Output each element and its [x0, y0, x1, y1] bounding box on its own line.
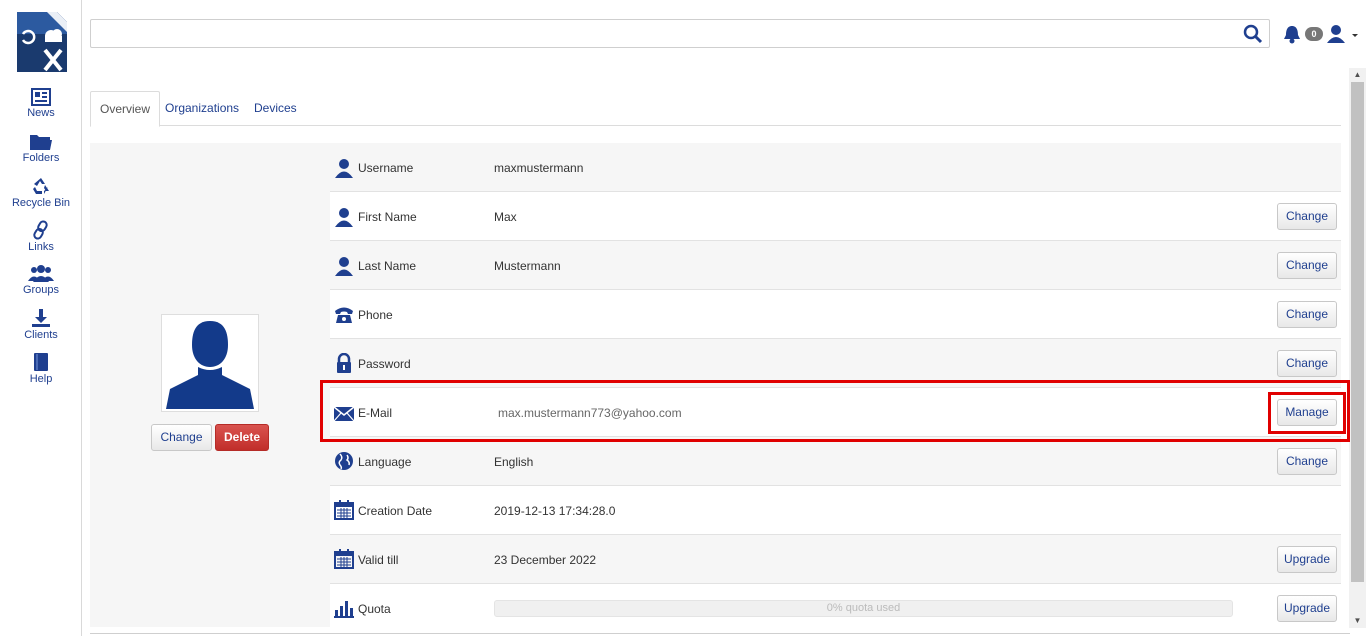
groups-icon — [28, 265, 54, 282]
avatar — [161, 314, 259, 412]
detail-value: 23 December 2022 — [494, 553, 597, 567]
nav-item-groups[interactable]: Groups — [0, 265, 82, 296]
nav-item-links[interactable]: Links — [0, 220, 82, 253]
upgrade-quota-button[interactable]: Upgrade — [1277, 595, 1337, 622]
phone-icon — [335, 307, 353, 323]
user-icon — [335, 159, 353, 178]
bell-icon[interactable] — [1283, 25, 1301, 44]
detail-row-creation-date: Creation Date 2019-12-13 17:34:28.0 — [330, 486, 1341, 535]
detail-row-quota: Quota 0% quota used Upgrade — [330, 584, 1341, 633]
calendar-icon — [334, 549, 354, 569]
nav-item-folders[interactable]: Folders — [0, 133, 82, 164]
email-row-highlight — [320, 380, 1350, 442]
detail-row-language: Language English Change — [330, 437, 1341, 486]
nav-item-news[interactable]: News — [0, 88, 82, 119]
change-avatar-button[interactable]: Change — [151, 424, 212, 451]
user-icon — [335, 208, 353, 227]
app-logo[interactable] — [17, 12, 67, 72]
notification-badge: 0 — [1305, 27, 1323, 41]
detail-label: Creation Date — [358, 504, 433, 518]
scrollbar[interactable]: ▲ ▼ — [1349, 68, 1366, 628]
nav-label-groups: Groups — [22, 284, 60, 296]
detail-row-valid-till: Valid till 23 December 2022 Upgrade — [330, 535, 1341, 584]
detail-row-last-name: Last Name Mustermann Change — [330, 241, 1341, 290]
tab-overview[interactable]: Overview — [90, 91, 161, 127]
search-input[interactable] — [97, 24, 1227, 44]
detail-label: First Name — [358, 210, 417, 224]
lock-icon — [337, 353, 351, 373]
recycle-icon — [33, 178, 49, 194]
news-icon — [31, 88, 51, 106]
change-password-button[interactable]: Change — [1277, 350, 1337, 377]
detail-value: Max — [494, 210, 517, 224]
user-icon — [335, 257, 353, 276]
nav-item-help[interactable]: Help — [0, 352, 82, 385]
nav-label-links: Links — [28, 241, 54, 253]
download-icon — [32, 309, 50, 327]
detail-label: Valid till — [358, 553, 399, 567]
detail-value: 2019-12-13 17:34:28.0 — [494, 504, 616, 518]
change-last-name-button[interactable]: Change — [1277, 252, 1337, 279]
tab-organizations[interactable]: Organizations — [156, 91, 248, 126]
nav-label-help: Help — [29, 373, 53, 385]
divider — [90, 633, 1350, 634]
nav-label-recycle-bin: Recycle Bin — [11, 197, 71, 209]
change-first-name-button[interactable]: Change — [1277, 203, 1337, 230]
quota-text: 0% quota used — [826, 602, 901, 614]
detail-row-username: Username maxmustermann — [330, 143, 1341, 192]
avatar-silhouette-icon — [166, 321, 254, 409]
detail-row-phone: Phone Change — [330, 290, 1341, 339]
upgrade-validity-button[interactable]: Upgrade — [1277, 546, 1337, 573]
scroll-down-arrow[interactable]: ▼ — [1349, 614, 1366, 628]
detail-row-first-name: First Name Max Change — [330, 192, 1341, 241]
detail-label: Password — [358, 357, 411, 371]
change-phone-button[interactable]: Change — [1277, 301, 1337, 328]
detail-value: maxmustermann — [494, 161, 584, 175]
detail-label: Username — [358, 161, 414, 175]
bar-chart-icon — [334, 601, 354, 618]
tab-bar: Overview Organizations Devices — [90, 91, 1341, 127]
search-bar — [90, 19, 1270, 48]
link-icon — [33, 220, 48, 240]
book-icon — [34, 353, 48, 371]
detail-value: Mustermann — [494, 259, 561, 273]
detail-label: Language — [358, 455, 412, 469]
sidebar: News Folders Recycle Bin Links Groups Cl… — [0, 0, 82, 636]
tab-devices[interactable]: Devices — [245, 91, 306, 126]
delete-avatar-button[interactable]: Delete — [215, 424, 269, 451]
change-language-button[interactable]: Change — [1277, 448, 1337, 475]
detail-value: English — [494, 455, 534, 469]
detail-label: Last Name — [358, 259, 417, 273]
globe-icon — [335, 452, 353, 470]
search-icon[interactable] — [1243, 24, 1263, 44]
scroll-up-arrow[interactable]: ▲ — [1349, 68, 1366, 82]
nav-label-news: News — [27, 107, 55, 119]
calendar-icon — [334, 500, 354, 520]
folder-icon — [30, 135, 52, 150]
nav-item-clients[interactable]: Clients — [0, 308, 82, 341]
scroll-thumb[interactable] — [1351, 82, 1364, 582]
quota-progress-bar: 0% quota used — [494, 600, 1233, 617]
user-menu-icon[interactable] — [1326, 24, 1360, 44]
nav-label-folders: Folders — [22, 152, 60, 164]
nav-item-recycle-bin[interactable]: Recycle Bin — [0, 176, 82, 209]
detail-label: Phone — [358, 308, 393, 322]
manage-button-highlight — [1268, 392, 1346, 434]
nav-label-clients: Clients — [24, 329, 58, 341]
detail-label: Quota — [358, 602, 391, 616]
